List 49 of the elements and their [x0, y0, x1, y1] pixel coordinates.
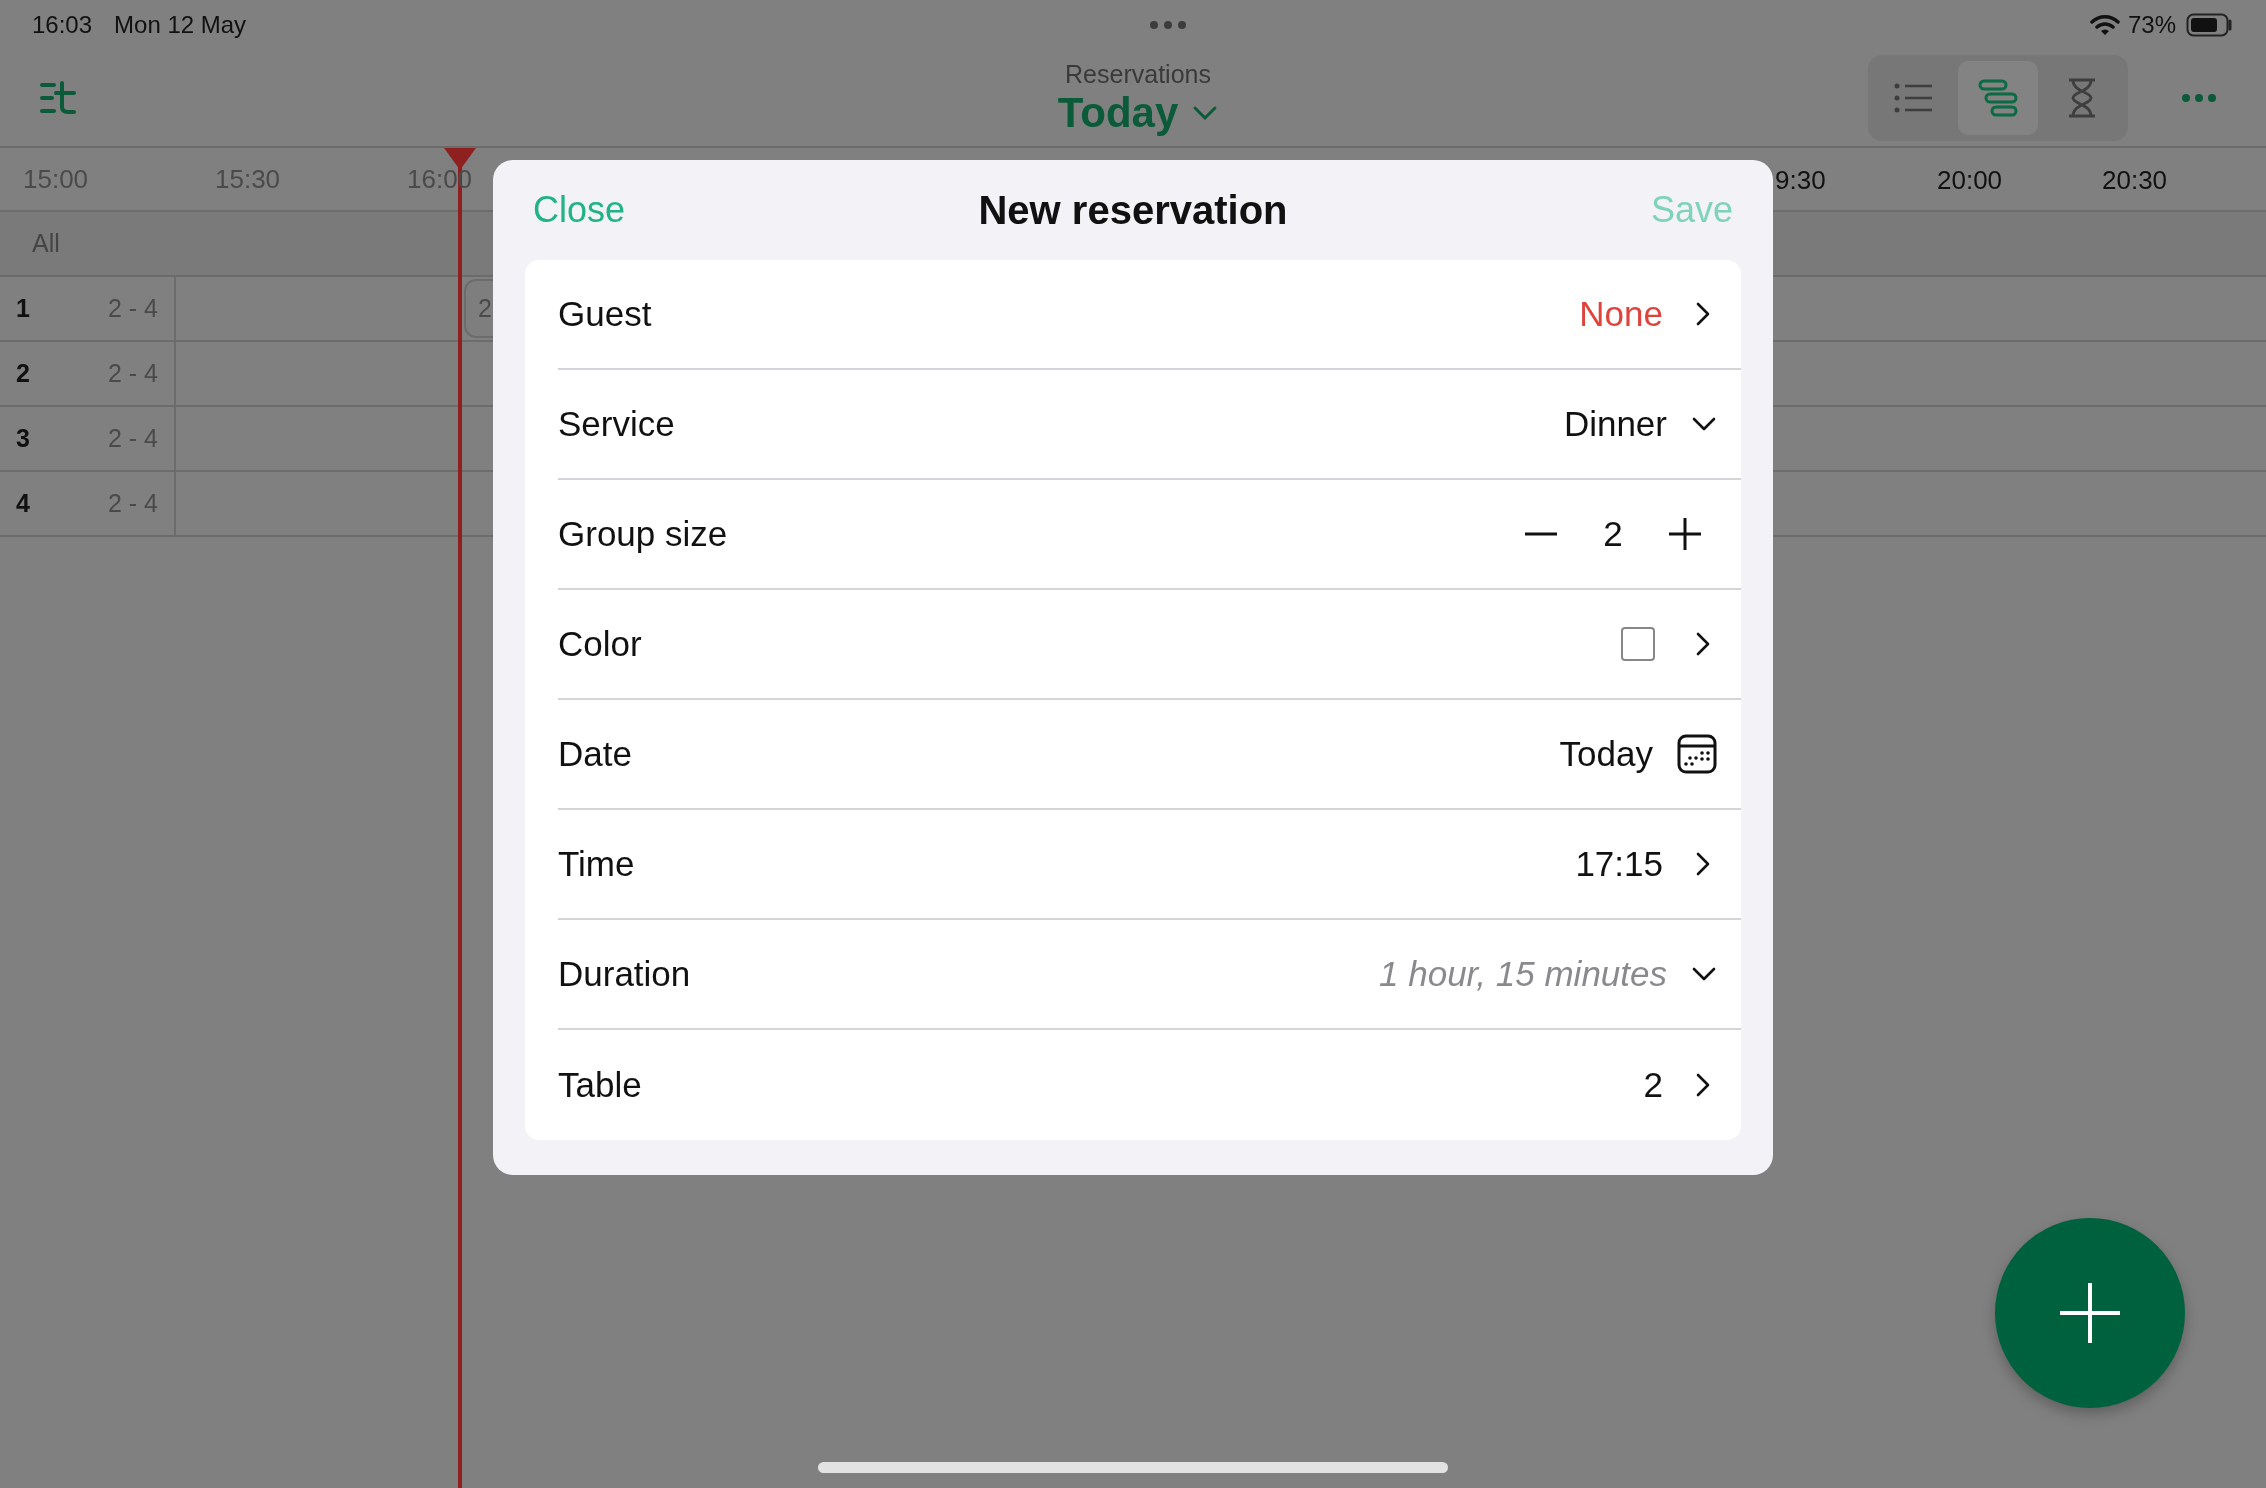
plus-icon: [2058, 1281, 2122, 1345]
field-value: 17:15: [1575, 844, 1663, 884]
chevron-down-icon: [1691, 416, 1717, 432]
battery-percent: 73%: [2127, 11, 2176, 39]
chevron-down-icon[interactable]: [1192, 104, 1219, 121]
plus-icon[interactable]: [1667, 516, 1703, 552]
color-swatch[interactable]: [1621, 627, 1655, 661]
date-picker-title[interactable]: Today: [1057, 88, 1179, 137]
chevron-right-icon: [1695, 1072, 1711, 1098]
chevron-right-icon: [1695, 301, 1711, 327]
field-value: Dinner: [1563, 404, 1667, 444]
field-label: Duration: [558, 954, 692, 994]
stepper-value: 2: [1602, 514, 1624, 554]
chevron-right-icon: [1695, 631, 1711, 657]
sheet-title: New reservation: [978, 187, 1288, 233]
timeline-icon: [1978, 78, 2018, 118]
chevron-right-icon: [1695, 851, 1711, 877]
field-value: Today: [1559, 734, 1653, 774]
field-value: None: [1579, 294, 1663, 334]
field-label: Group size: [558, 514, 729, 554]
chevron-down-icon: [1691, 966, 1717, 982]
view-mode-button[interactable]: [1958, 61, 2038, 135]
field-label: Color: [558, 624, 643, 664]
close-button[interactable]: Close: [525, 189, 634, 231]
status-time: 16:03: [32, 11, 93, 39]
list-icon: [1894, 81, 1934, 115]
wifi-icon: [2089, 14, 2120, 36]
minus-icon[interactable]: [1523, 531, 1559, 537]
calendar-icon[interactable]: [1677, 734, 1717, 774]
field-value: 2: [1643, 1065, 1663, 1105]
field-label: Service: [558, 404, 676, 444]
field-label: Guest: [558, 294, 653, 334]
status-date: Mon 12 May: [114, 11, 247, 39]
time-label: 9:30: [1775, 165, 1826, 196]
table-number: 4: [16, 489, 31, 518]
table-number: 3: [16, 424, 31, 453]
add-list-icon[interactable]: [40, 81, 78, 115]
time-label: 20:00: [1937, 165, 2003, 196]
time-label: 20:30: [2102, 165, 2168, 196]
table-number: 2: [16, 359, 31, 388]
field-label: Date: [558, 734, 633, 774]
nav-subtitle: Reservations: [1065, 59, 1211, 89]
multitask-dots-icon[interactable]: [1150, 21, 1187, 29]
field-value: 1 hour, 15 minutes: [1379, 954, 1667, 994]
hourglass-icon: [2067, 78, 2097, 118]
table-number: 1: [16, 294, 31, 323]
battery-icon: [2186, 13, 2234, 37]
field-label: Time: [558, 844, 636, 884]
field-label: Table: [558, 1065, 643, 1105]
